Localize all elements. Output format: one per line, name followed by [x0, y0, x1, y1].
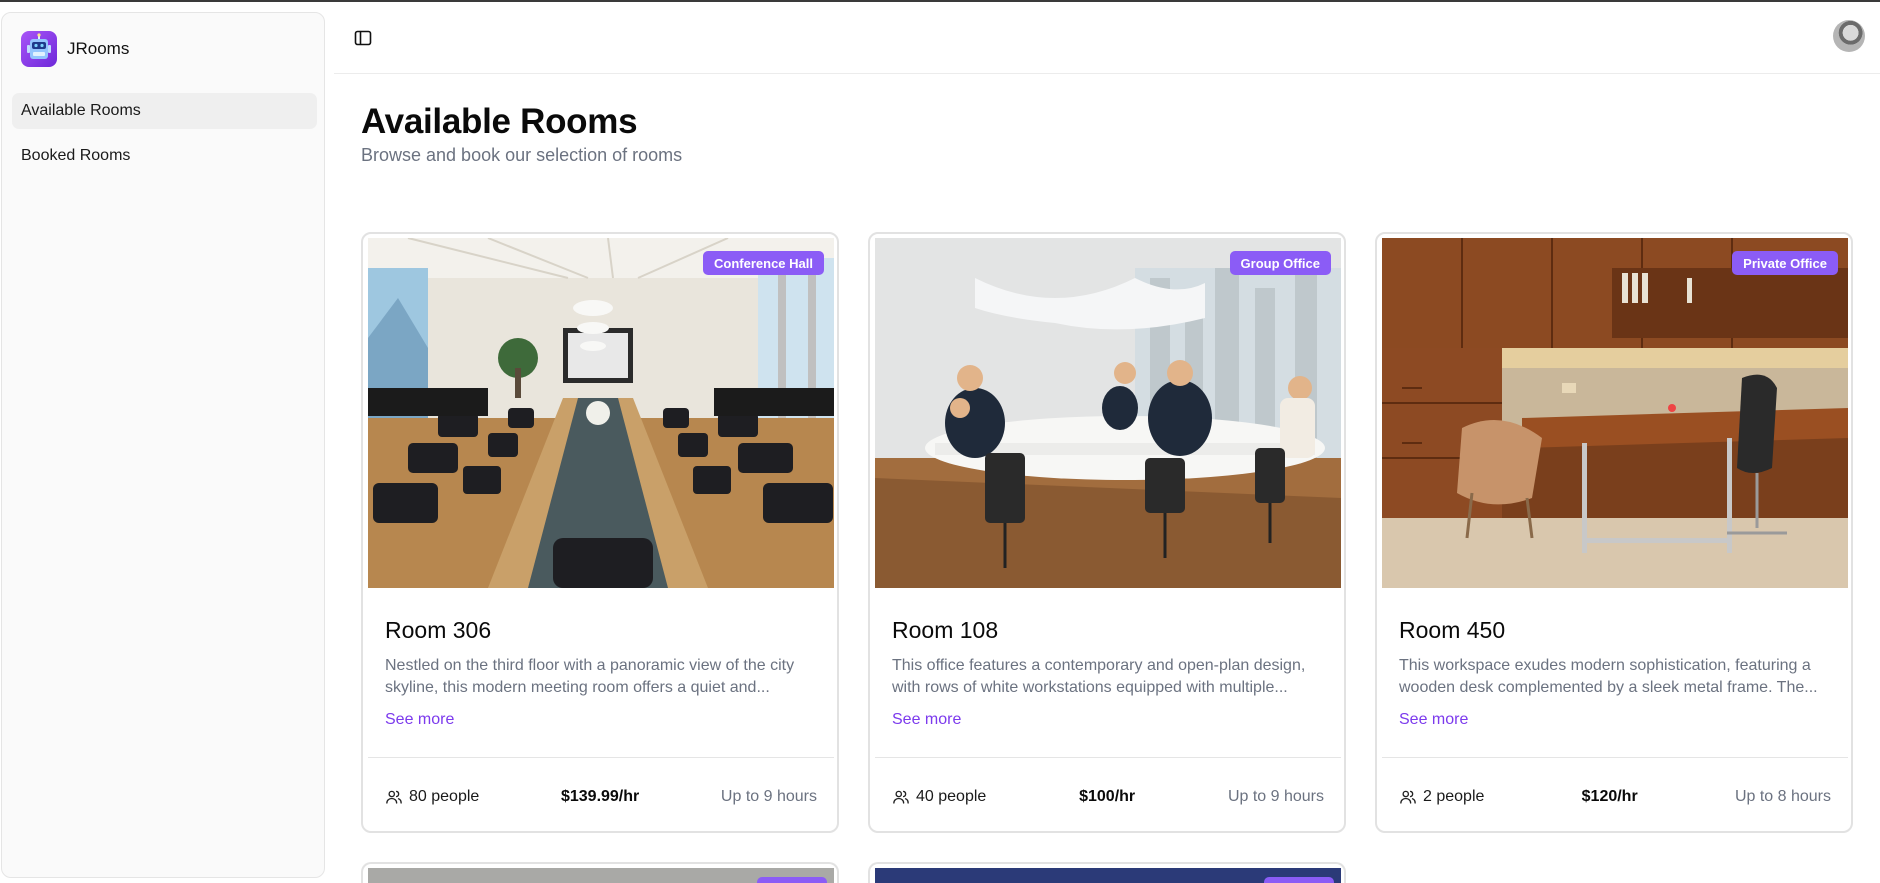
- room-image[interactable]: Conference Hall: [368, 238, 834, 588]
- users-icon: [893, 790, 909, 804]
- room-capacity: 2 people: [1399, 788, 1484, 806]
- room-type-badge: Group Office: [1229, 251, 1331, 275]
- room-price: $120/hr: [1581, 788, 1638, 805]
- room-max-hours: Up to 9 hours: [1227, 788, 1324, 805]
- room-card-partial[interactable]: [361, 862, 839, 883]
- sidebar-toggle-icon[interactable]: [352, 27, 374, 49]
- page-title: Available Rooms: [361, 102, 638, 141]
- room-type-badge: [1264, 877, 1334, 883]
- room-image[interactable]: Group Office: [875, 238, 1341, 588]
- users-icon: [386, 790, 402, 804]
- brand[interactable]: JRooms: [21, 31, 129, 67]
- see-more-link[interactable]: See more: [892, 711, 961, 729]
- users-icon: [1400, 790, 1416, 804]
- room-card-partial[interactable]: [868, 862, 1346, 883]
- card-divider: [1382, 757, 1848, 758]
- room-capacity-label: 40 people: [916, 788, 987, 805]
- room-type-badge: Private Office: [1732, 251, 1838, 275]
- room-capacity: 80 people: [385, 788, 479, 806]
- card-divider: [875, 757, 1341, 758]
- room-title: Room 108: [892, 617, 999, 643]
- room-title: Room 306: [385, 617, 492, 643]
- sidebar: JRooms Available Rooms Booked Rooms: [1, 12, 325, 878]
- user-avatar[interactable]: [1833, 20, 1865, 52]
- app-name: JRooms: [67, 39, 130, 58]
- top-header: [334, 2, 1880, 74]
- room-capacity: 40 people: [892, 788, 986, 806]
- room-capacity-label: 80 people: [409, 788, 480, 805]
- room-max-hours: Up to 9 hours: [720, 788, 817, 805]
- room-meta: 80 people $139.99/hr Up to 9 hours: [385, 786, 817, 808]
- sidebar-nav: Available Rooms Booked Rooms: [12, 93, 317, 183]
- room-price: $100/hr: [1079, 788, 1136, 805]
- card-divider: [368, 757, 834, 758]
- room-description: This office features a contemporary and …: [892, 657, 1306, 696]
- room-meta: 2 people $120/hr Up to 8 hours: [1399, 786, 1831, 808]
- robot-logo-icon: [21, 31, 57, 67]
- room-price: $139.99/hr: [560, 788, 640, 805]
- room-type-badge: Conference Hall: [703, 251, 824, 275]
- see-more-link[interactable]: See more: [1399, 711, 1468, 729]
- room-card[interactable]: Conference Hall Room 306 Nestled on the …: [361, 232, 839, 833]
- room-max-hours: Up to 8 hours: [1734, 788, 1831, 805]
- room-card[interactable]: Group Office Room 108 This office featur…: [868, 232, 1346, 833]
- sidebar-item-available-rooms[interactable]: Available Rooms: [12, 93, 317, 129]
- sidebar-item-booked-rooms[interactable]: Booked Rooms: [12, 138, 317, 174]
- sidebar-item-label: Available Rooms: [21, 102, 141, 119]
- see-more-link[interactable]: See more: [385, 711, 454, 729]
- room-description: Nestled on the third floor with a panora…: [385, 657, 795, 696]
- sidebar-item-label: Booked Rooms: [21, 147, 131, 164]
- room-image[interactable]: Private Office: [1382, 238, 1848, 588]
- room-type-badge: [757, 877, 827, 883]
- page-subtitle: Browse and book our selection of rooms: [361, 145, 683, 165]
- room-description: This workspace exudes modern sophisticat…: [1399, 657, 1818, 696]
- room-title: Room 450: [1399, 617, 1506, 643]
- room-card[interactable]: Private Office Room 450 This workspace e…: [1375, 232, 1853, 833]
- room-meta: 40 people $100/hr Up to 9 hours: [892, 786, 1324, 808]
- room-capacity-label: 2 people: [1423, 788, 1485, 805]
